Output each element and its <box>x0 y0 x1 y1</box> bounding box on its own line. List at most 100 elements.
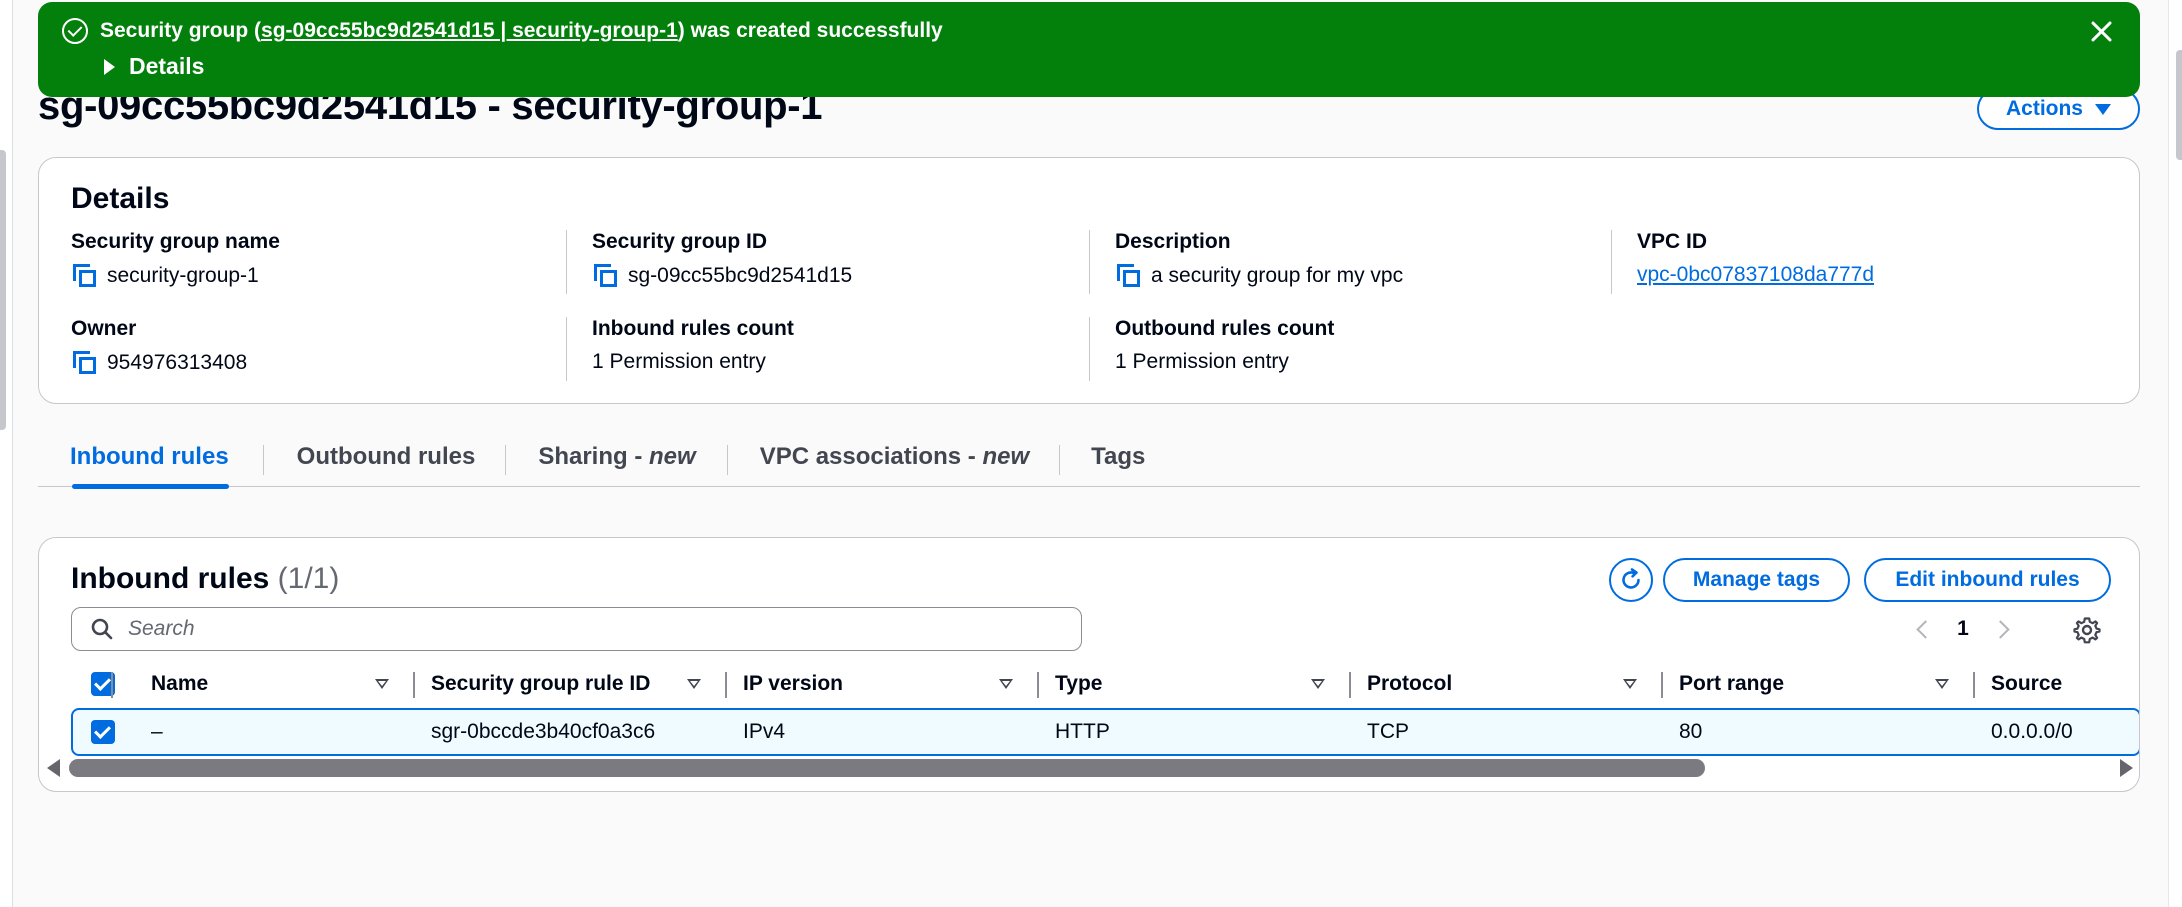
scroll-left-icon[interactable] <box>47 759 60 777</box>
column-divider <box>566 317 567 381</box>
tab-new-badge: new <box>982 443 1030 470</box>
row-checkbox[interactable] <box>91 720 115 744</box>
tab-tags[interactable]: Tags <box>1091 428 1145 487</box>
field-security-group-id: Security group ID sg-09cc55bc9d2541d15 <box>592 230 852 289</box>
scroll-right-icon[interactable] <box>2120 759 2133 777</box>
sort-caret-icon[interactable] <box>375 679 389 689</box>
column-divider <box>566 230 567 294</box>
table-row[interactable]: – sgr-0bccde3b40cf0a3c6 IPv4 HTTP TCP 80… <box>71 708 2139 756</box>
field-label: Inbound rules count <box>592 317 794 340</box>
tab-outbound-rules[interactable]: Outbound rules <box>297 428 476 487</box>
copy-icon[interactable] <box>71 350 97 376</box>
copy-icon[interactable] <box>592 263 618 289</box>
field-value: sg-09cc55bc9d2541d15 <box>592 263 852 289</box>
flash-details-toggle[interactable]: Details <box>104 53 204 80</box>
tab-bar: Inbound rules Outbound rules Sharing - n… <box>38 428 2140 489</box>
inbound-rules-container: Inbound rules (1/1) Manage tags Edit inb… <box>38 537 2140 792</box>
sort-caret-icon[interactable] <box>1311 679 1325 689</box>
status-positive-icon <box>62 18 88 44</box>
field-label: Owner <box>71 317 137 340</box>
vpc-id-link[interactable]: vpc-0bc07837108da777d <box>1637 263 1874 287</box>
column-header-port-range[interactable]: Port range <box>1663 660 1975 708</box>
inbound-rules-count: (1/1) <box>277 562 340 595</box>
cell-rule-id: sgr-0bccde3b40cf0a3c6 <box>431 720 656 743</box>
edit-inbound-rules-button[interactable]: Edit inbound rules <box>1864 558 2111 602</box>
cell-source: 0.0.0.0/0 <box>1991 720 2073 743</box>
field-label: Security group name <box>71 230 280 253</box>
column-divider <box>1611 230 1612 294</box>
right-scrollbar[interactable] <box>2168 0 2182 907</box>
sort-caret-icon[interactable] <box>1623 679 1637 689</box>
column-divider <box>1089 230 1090 294</box>
field-value: 1 Permission entry <box>1115 350 1334 374</box>
column-label: Type <box>1055 672 1103 695</box>
row-select-cell <box>73 708 135 756</box>
field-outbound-rules-count: Outbound rules count 1 Permission entry <box>1115 317 1334 374</box>
copy-icon[interactable] <box>71 263 97 289</box>
left-rail-handle[interactable] <box>0 150 6 430</box>
scrollbar-thumb[interactable] <box>69 759 1705 777</box>
column-label: IP version <box>743 672 843 695</box>
tab-label: Outbound rules <box>296 443 476 470</box>
field-label: Security group ID <box>592 230 768 253</box>
column-header-ip-version[interactable]: IP version <box>727 660 1039 708</box>
field-value: security-group-1 <box>71 263 280 289</box>
search-input[interactable] <box>128 617 1028 641</box>
tab-sharing[interactable]: Sharing - new <box>538 428 695 487</box>
manage-tags-button[interactable]: Manage tags <box>1663 558 1850 602</box>
column-header-source[interactable]: Source <box>1975 660 2135 708</box>
sort-caret-icon[interactable] <box>687 679 701 689</box>
tab-inbound-rules[interactable]: Inbound rules <box>70 428 229 489</box>
inbound-rules-count-value: 1 Permission entry <box>592 350 766 373</box>
flash-message-prefix: Security group ( <box>100 19 262 42</box>
refresh-button[interactable] <box>1609 558 1653 602</box>
cell-port-range: 80 <box>1679 720 1703 743</box>
close-icon[interactable] <box>2086 16 2116 46</box>
caret-down-icon <box>2095 103 2111 115</box>
field-value: vpc-0bc07837108da777d <box>1637 263 1874 287</box>
cell-protocol: TCP <box>1367 720 1409 743</box>
column-header-name[interactable]: Name <box>135 660 415 708</box>
angle-right-icon[interactable] <box>1991 619 2010 639</box>
angle-left-icon[interactable] <box>1916 619 1935 639</box>
column-label: Protocol <box>1367 672 1453 695</box>
pagination: 1 <box>1916 607 2010 651</box>
column-label: Source <box>1991 672 2063 695</box>
field-security-group-name: Security group name security-group-1 <box>71 230 280 289</box>
sort-caret-icon[interactable] <box>1935 679 1949 689</box>
details-container: Details Security group name security-gro… <box>38 157 2140 404</box>
flash-security-group-link[interactable]: sg-09cc55bc9d2541d15 | security-group-1 <box>261 19 678 42</box>
actions-label: Actions <box>2005 97 2083 120</box>
tab-divider <box>505 445 507 475</box>
column-header-type[interactable]: Type <box>1039 660 1351 708</box>
right-scrollbar-thumb[interactable] <box>2176 50 2182 160</box>
column-header-rule-id[interactable]: Security group rule ID <box>415 660 727 708</box>
sort-caret-icon[interactable] <box>999 679 1013 689</box>
tab-vpc-associations[interactable]: VPC associations - new <box>760 428 1029 487</box>
success-flash-banner: Security group (sg-09cc55bc9d2541d15 | s… <box>38 2 2140 97</box>
page-number[interactable]: 1 <box>1952 617 1974 641</box>
tab-divider <box>726 445 728 475</box>
inbound-rules-table: Name Security group rule ID IP version T… <box>71 660 2139 756</box>
column-divider <box>1089 317 1090 381</box>
search-field[interactable] <box>71 607 1082 651</box>
flash-message: Security group (sg-09cc55bc9d2541d15 | s… <box>100 19 943 43</box>
left-navigation-rail <box>0 0 13 907</box>
refresh-icon <box>1622 568 1640 589</box>
manage-tags-label: Manage tags <box>1692 568 1821 591</box>
tab-label: Inbound rules <box>70 443 229 470</box>
tab-label: Tags <box>1091 443 1146 470</box>
settings-icon[interactable] <box>2073 616 2101 644</box>
field-label: Outbound rules count <box>1115 317 1335 340</box>
column-header-protocol[interactable]: Protocol <box>1351 660 1663 708</box>
horizontal-scrollbar[interactable] <box>47 756 2133 780</box>
select-all-cell <box>71 660 135 708</box>
tab-new-badge: new <box>649 443 696 470</box>
caret-right-icon <box>104 58 115 75</box>
owner-value: 954976313408 <box>107 351 248 374</box>
table-header: Name Security group rule ID IP version T… <box>71 660 2139 708</box>
copy-icon[interactable] <box>1115 263 1141 289</box>
tab-label: Sharing - <box>538 443 649 470</box>
edit-inbound-rules-label: Edit inbound rules <box>1895 568 2080 591</box>
tab-divider <box>1059 445 1061 475</box>
